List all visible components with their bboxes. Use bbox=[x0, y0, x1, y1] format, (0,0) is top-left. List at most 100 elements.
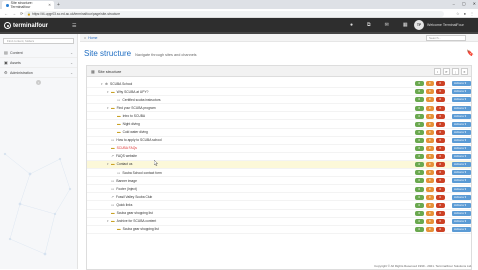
tree-row-label[interactable]: ▭ Certified scuba instructors bbox=[87, 98, 161, 102]
tree-row-label[interactable]: ▬ Cold water diving bbox=[87, 130, 148, 134]
tree-row[interactable]: ↗ Fossil Valley Scuba Club 0 0 0 Actions ▾ bbox=[87, 193, 471, 202]
approved-count-badge[interactable]: 0 bbox=[415, 226, 424, 232]
tree-row[interactable]: ▭ Certified scuba instructors 0 0 0 Actions ▾ bbox=[87, 96, 471, 105]
pending-count-badge[interactable]: 0 bbox=[425, 194, 434, 200]
address-bar[interactable]: 🔒 https://t4-upgr03.sc.ed.ac.uk/terminal… bbox=[24, 10, 444, 17]
actions-dropdown-button[interactable]: Actions ▾ bbox=[452, 226, 471, 232]
actions-dropdown-button[interactable]: Actions ▾ bbox=[452, 97, 471, 103]
tree-row[interactable]: ▾ ▬ Why SCUBA at UPY? 0 0 0 Actions ▾ bbox=[87, 88, 471, 97]
actions-dropdown-button[interactable]: Actions ▾ bbox=[452, 170, 471, 176]
inactive-count-badge[interactable]: 0 bbox=[436, 81, 445, 87]
approved-count-badge[interactable]: 0 bbox=[415, 137, 424, 143]
pending-count-badge[interactable]: 0 bbox=[425, 162, 434, 168]
approved-count-badge[interactable]: 0 bbox=[415, 121, 424, 127]
comment-icon[interactable]: ✉ bbox=[385, 22, 389, 28]
pending-count-badge[interactable]: 0 bbox=[425, 154, 434, 160]
minimize-button[interactable]: – bbox=[453, 1, 455, 6]
actions-dropdown-button[interactable]: Actions ▾ bbox=[452, 146, 471, 152]
actions-dropdown-button[interactable]: Actions ▾ bbox=[452, 194, 471, 200]
tree-row[interactable]: ↗ FAQS website 0 0 0 Actions ▾ bbox=[87, 153, 471, 161]
refresh-button[interactable]: ⟳ bbox=[443, 68, 450, 75]
profile-icon[interactable]: ● bbox=[464, 11, 466, 16]
pending-count-badge[interactable]: 0 bbox=[425, 137, 434, 143]
actions-dropdown-button[interactable]: Actions ▾ bbox=[452, 113, 471, 119]
pending-count-badge[interactable]: 0 bbox=[425, 129, 434, 135]
inactive-count-badge[interactable]: 0 bbox=[436, 170, 445, 176]
actions-dropdown-button[interactable]: Actions ▾ bbox=[452, 105, 471, 111]
inactive-count-badge[interactable]: 0 bbox=[436, 89, 445, 95]
inactive-count-badge[interactable]: 0 bbox=[436, 226, 445, 232]
options-button[interactable]: ⋮ bbox=[452, 68, 459, 75]
new-tab-button[interactable]: + bbox=[57, 2, 60, 8]
terminalfour-logo[interactable]: terminalfour bbox=[4, 22, 48, 29]
search-input[interactable]: Search... bbox=[426, 35, 466, 41]
tree-row[interactable]: ▬ Scuba gear shopping list 0 0 0 Actions ▾ bbox=[87, 226, 471, 234]
inactive-count-badge[interactable]: 0 bbox=[436, 218, 445, 224]
approved-count-badge[interactable]: 0 bbox=[415, 170, 424, 176]
menu-toggle-icon[interactable]: ☰ bbox=[72, 23, 76, 29]
tree-row-label[interactable]: ▬ Scuba gear shopping list bbox=[87, 227, 159, 231]
inactive-count-badge[interactable]: 0 bbox=[436, 113, 445, 119]
sidebar-item-administration[interactable]: ⚙ Administration ⌄ bbox=[0, 68, 77, 78]
actions-dropdown-button[interactable]: Actions ▾ bbox=[452, 137, 471, 143]
maximize-button[interactable]: ▢ bbox=[462, 1, 466, 6]
tree-row-label[interactable]: ↗ FAQS website bbox=[87, 154, 137, 158]
tree-row[interactable]: ▭ Footer (Inject) 0 0 0 Actions ▾ bbox=[87, 185, 471, 194]
sidebar-item-content[interactable]: ▤ Content ⌄ bbox=[0, 48, 77, 58]
pending-count-badge[interactable]: 0 bbox=[425, 218, 434, 224]
tree-row[interactable]: ▭ Scuba School contact form 0 0 0 Actions ▾ bbox=[87, 169, 471, 178]
actions-dropdown-button[interactable]: Actions ▾ bbox=[452, 81, 471, 87]
expand-collapse-button[interactable]: ↕ bbox=[434, 68, 441, 75]
tree-row[interactable]: ▭ Quick links 0 0 0 Actions ▾ bbox=[87, 201, 471, 210]
actions-dropdown-button[interactable]: Actions ▾ bbox=[452, 218, 471, 224]
approved-count-badge[interactable]: 0 bbox=[415, 146, 424, 152]
approved-count-badge[interactable]: 0 bbox=[415, 154, 424, 160]
sidebar-search-input[interactable]: Find content, folders bbox=[3, 38, 74, 44]
actions-dropdown-button[interactable]: Actions ▾ bbox=[452, 178, 471, 184]
inactive-count-badge[interactable]: 0 bbox=[436, 210, 445, 216]
pending-count-badge[interactable]: 0 bbox=[425, 202, 434, 208]
sidebar-collapse-button[interactable]: ‹ bbox=[36, 80, 41, 85]
approved-count-badge[interactable]: 0 bbox=[415, 194, 424, 200]
inactive-count-badge[interactable]: 0 bbox=[436, 97, 445, 103]
pending-count-badge[interactable]: 0 bbox=[425, 178, 434, 184]
pending-count-badge[interactable]: 0 bbox=[425, 105, 434, 111]
inactive-count-badge[interactable]: 0 bbox=[436, 186, 445, 192]
approved-count-badge[interactable]: 0 bbox=[415, 186, 424, 192]
inactive-count-badge[interactable]: 0 bbox=[436, 146, 445, 152]
close-panel-button[interactable]: ✕ bbox=[461, 68, 468, 75]
actions-dropdown-button[interactable]: Actions ▾ bbox=[452, 210, 471, 216]
tree-row[interactable]: ▬ SCUBA FAQs 0 0 0 Actions ▾ bbox=[87, 145, 471, 153]
tree-row-label[interactable]: ▬ Night diving bbox=[87, 122, 140, 126]
tree-row[interactable]: ▾ ▬ Find your SCUBA program 0 0 0 Actions ▾ bbox=[87, 104, 471, 113]
inactive-count-badge[interactable]: 0 bbox=[436, 202, 445, 208]
tree-row-label[interactable]: ↗ Fossil Valley Scuba Club bbox=[87, 195, 152, 199]
breadcrumb-home-link[interactable]: Home bbox=[88, 36, 97, 40]
tree-row-label[interactable]: ▭ Footer (Inject) bbox=[87, 187, 137, 191]
tree-row-label[interactable]: ▾ ▬ Archive for SCUBA content bbox=[87, 219, 156, 223]
actions-dropdown-button[interactable]: Actions ▾ bbox=[452, 202, 471, 208]
close-window-button[interactable]: ✕ bbox=[473, 1, 476, 6]
tree-row[interactable]: ▾ ⊕ SCUBA School 0 0 0 Actions ▾ bbox=[87, 80, 471, 89]
approved-count-badge[interactable]: 0 bbox=[415, 202, 424, 208]
menu-kebab-icon[interactable]: ⋮ bbox=[470, 11, 474, 16]
tree-row-label[interactable]: ▬ SCUBA FAQs bbox=[87, 146, 137, 150]
bell-icon[interactable]: ● bbox=[350, 22, 353, 28]
bookmark-icon[interactable]: 🔖 bbox=[467, 50, 474, 57]
approved-count-badge[interactable]: 0 bbox=[415, 162, 424, 168]
approved-count-badge[interactable]: 0 bbox=[415, 113, 424, 119]
tree-row-label[interactable]: ▭ How to apply to SCUBA school bbox=[87, 138, 162, 142]
tree-row[interactable]: ▬ Scuba gear shopping list 0 0 0 Actions ▾ bbox=[87, 210, 471, 218]
forward-icon[interactable]: → bbox=[12, 11, 16, 16]
pending-count-badge[interactable]: 0 bbox=[425, 146, 434, 152]
browser-tab[interactable]: Site structure: Terminalfour ✕ bbox=[2, 1, 54, 9]
pending-count-badge[interactable]: 0 bbox=[425, 89, 434, 95]
tree-row[interactable]: ▬ Night diving 0 0 0 Actions ▾ bbox=[87, 120, 471, 129]
actions-dropdown-button[interactable]: Actions ▾ bbox=[452, 129, 471, 135]
tab-close-icon[interactable]: ✕ bbox=[48, 3, 51, 7]
home-icon[interactable]: ⌂ bbox=[84, 36, 86, 40]
star-bookmark-icon[interactable]: ☆ bbox=[456, 11, 460, 16]
approved-count-badge[interactable]: 0 bbox=[415, 97, 424, 103]
approved-count-badge[interactable]: 0 bbox=[415, 178, 424, 184]
approved-count-badge[interactable]: 0 bbox=[415, 129, 424, 135]
